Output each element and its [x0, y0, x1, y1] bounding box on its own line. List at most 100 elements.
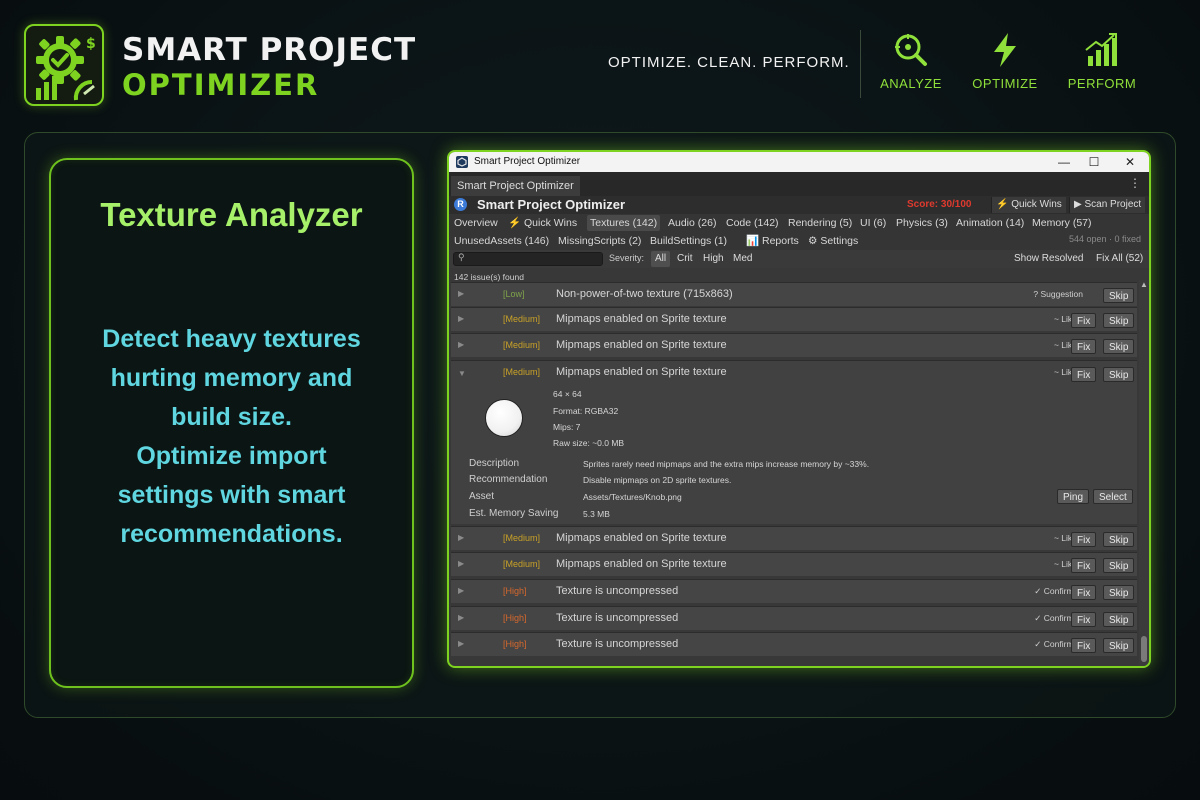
window-titlebar[interactable]: Smart Project Optimizer — ☐ ✕ [449, 152, 1149, 172]
severity-filter-crit[interactable]: Crit [673, 251, 697, 267]
table-row[interactable]: ▶ [Medium] Mipmaps enabled on Sprite tex… [451, 307, 1137, 331]
minimize-button[interactable]: — [1055, 153, 1073, 171]
window-tab[interactable]: Smart Project Optimizer [451, 176, 580, 196]
expand-arrow-icon[interactable]: ▶ [458, 639, 464, 648]
score-badge: Score: 30/100 [907, 199, 972, 210]
table-row[interactable]: ▶ [High] Texture is uncompressed ✓ Confi… [451, 579, 1137, 603]
expand-arrow-icon[interactable]: ▶ [458, 289, 464, 298]
maximize-button[interactable]: ☐ [1085, 153, 1103, 171]
fix-all-button[interactable]: Fix All (52) [1093, 251, 1146, 267]
expand-arrow-icon[interactable]: ▶ [458, 559, 464, 568]
fix-button[interactable]: Fix [1071, 638, 1097, 653]
tab-missing-scripts[interactable]: MissingScripts (2) [555, 233, 644, 249]
tab-animation[interactable]: Animation (14) [953, 215, 1027, 231]
severity-filter-med[interactable]: Med [729, 251, 756, 267]
tab-overview[interactable]: Overview [451, 215, 501, 231]
scroll-up-icon[interactable]: ▲ [1140, 280, 1148, 289]
collapse-arrow-icon[interactable]: ▼ [458, 369, 466, 378]
severity-tag: [Medium] [503, 367, 541, 377]
skip-button[interactable]: Skip [1103, 313, 1135, 328]
tab-build-settings[interactable]: BuildSettings (1) [647, 233, 730, 249]
skip-button[interactable]: Skip [1103, 585, 1135, 600]
expand-arrow-icon[interactable]: ▶ [458, 314, 464, 323]
header: $ SMART PROJECT OPTIMIZER OPTIMIZE. CLEA… [0, 0, 1200, 130]
texture-size: 64 × 64 [553, 389, 582, 399]
close-button[interactable]: ✕ [1121, 153, 1139, 171]
header-perform: PERFORM [1062, 32, 1142, 91]
feature-title: Texture Analyzer [100, 196, 363, 233]
issue-title: Texture is uncompressed [556, 585, 679, 597]
fix-button[interactable]: Fix [1071, 585, 1097, 600]
tab-textures[interactable]: Textures (142) [587, 215, 661, 231]
quick-wins-button[interactable]: ⚡ Quick Wins [991, 197, 1066, 213]
lightning-icon [994, 33, 1016, 67]
asset-label: Asset [469, 491, 495, 502]
tab-rendering[interactable]: Rendering (5) [785, 215, 855, 231]
severity-tag: [High] [503, 613, 527, 623]
select-button[interactable]: Select [1093, 489, 1133, 504]
header-optimize-label: OPTIMIZE [972, 76, 1038, 91]
fix-button[interactable]: Fix [1071, 339, 1097, 354]
expand-arrow-icon[interactable]: ▶ [458, 533, 464, 542]
expand-arrow-icon[interactable]: ▶ [458, 586, 464, 595]
search-icon: ⚲ [458, 252, 465, 262]
skip-button[interactable]: Skip [1103, 532, 1135, 547]
tab-ui[interactable]: UI (6) [857, 215, 889, 231]
skip-button[interactable]: Skip [1103, 339, 1135, 354]
fix-button[interactable]: Fix [1071, 558, 1097, 573]
table-row[interactable]: ▶ [Medium] Mipmaps enabled on Sprite tex… [451, 552, 1137, 576]
table-row[interactable]: ▶ [High] Texture is uncompressed ✓ Confi… [451, 632, 1137, 656]
tab-settings[interactable]: ⚙ Settings [805, 233, 861, 249]
scan-project-button[interactable]: ▶ Scan Project [1069, 197, 1146, 213]
table-row[interactable]: ▶ [Medium] Mipmaps enabled on Sprite tex… [451, 526, 1137, 550]
tagline: OPTIMIZE. CLEAN. PERFORM. [608, 54, 850, 71]
issue-title: Mipmaps enabled on Sprite texture [556, 366, 727, 378]
tab-audio[interactable]: Audio (26) [665, 215, 719, 231]
app-logo: $ [24, 24, 104, 106]
header-divider [860, 30, 861, 98]
tab-physics[interactable]: Physics (3) [893, 215, 951, 231]
table-row[interactable]: ▶ [Medium] Mipmaps enabled on Sprite tex… [451, 333, 1137, 357]
table-row[interactable]: ▶ [High] Texture is uncompressed ✓ Confi… [451, 606, 1137, 630]
texture-format: Format: RGBA32 [553, 406, 619, 416]
tab-code[interactable]: Code (142) [723, 215, 782, 231]
description-value: Sprites rarely need mipmaps and the extr… [583, 459, 870, 469]
fix-button[interactable]: Fix [1071, 532, 1097, 547]
table-row[interactable]: ▶ [Low] Non-power-of-two texture (715x86… [451, 282, 1137, 306]
tab-unused-assets[interactable]: UnusedAssets (146) [451, 233, 552, 249]
category-tabs-row2: UnusedAssets (146) MissingScripts (2) Bu… [449, 232, 1149, 250]
header-perform-label: PERFORM [1067, 76, 1137, 91]
texture-preview [485, 399, 523, 437]
ping-button[interactable]: Ping [1057, 489, 1090, 504]
fix-button[interactable]: Fix [1071, 313, 1097, 328]
kebab-menu-icon[interactable]: ⋮ [1129, 176, 1141, 190]
header-analyze-label: ANALYZE [880, 76, 942, 91]
skip-button[interactable]: Skip [1103, 638, 1135, 653]
show-resolved-button[interactable]: Show Resolved [1011, 251, 1086, 267]
fix-button[interactable]: Fix [1071, 612, 1097, 627]
fix-button[interactable]: Fix [1071, 367, 1097, 382]
search-input[interactable]: ⚲ [453, 252, 603, 266]
header-optimize: OPTIMIZE [965, 32, 1045, 91]
skip-button[interactable]: Skip [1103, 288, 1135, 303]
skip-button[interactable]: Skip [1103, 612, 1135, 627]
severity-tag: [High] [503, 639, 527, 649]
texture-raw-size: Raw size: ~0.0 MB [553, 438, 625, 448]
severity-filter-high[interactable]: High [699, 251, 728, 267]
skip-button[interactable]: Skip [1103, 367, 1135, 382]
tab-reports[interactable]: 📊 Reports [743, 233, 802, 249]
texture-mips: Mips: 7 [553, 422, 581, 432]
expand-arrow-icon[interactable]: ▶ [458, 613, 464, 622]
unity-icon [456, 156, 468, 168]
severity-filter-all[interactable]: All [651, 251, 671, 267]
window-tabstrip: Smart Project Optimizer ⋮ [449, 172, 1149, 196]
tab-memory[interactable]: Memory (57) [1029, 215, 1095, 231]
app-r-icon: R [454, 198, 467, 211]
scrollbar-thumb[interactable] [1141, 636, 1147, 662]
issue-title: Mipmaps enabled on Sprite texture [556, 313, 727, 325]
expand-arrow-icon[interactable]: ▶ [458, 340, 464, 349]
tab-quick-wins[interactable]: ⚡ Quick Wins [505, 215, 580, 231]
issues-scrollbar[interactable]: ▲ [1139, 280, 1149, 666]
skip-button[interactable]: Skip [1103, 558, 1135, 573]
severity-tag: [Low] [503, 289, 525, 299]
